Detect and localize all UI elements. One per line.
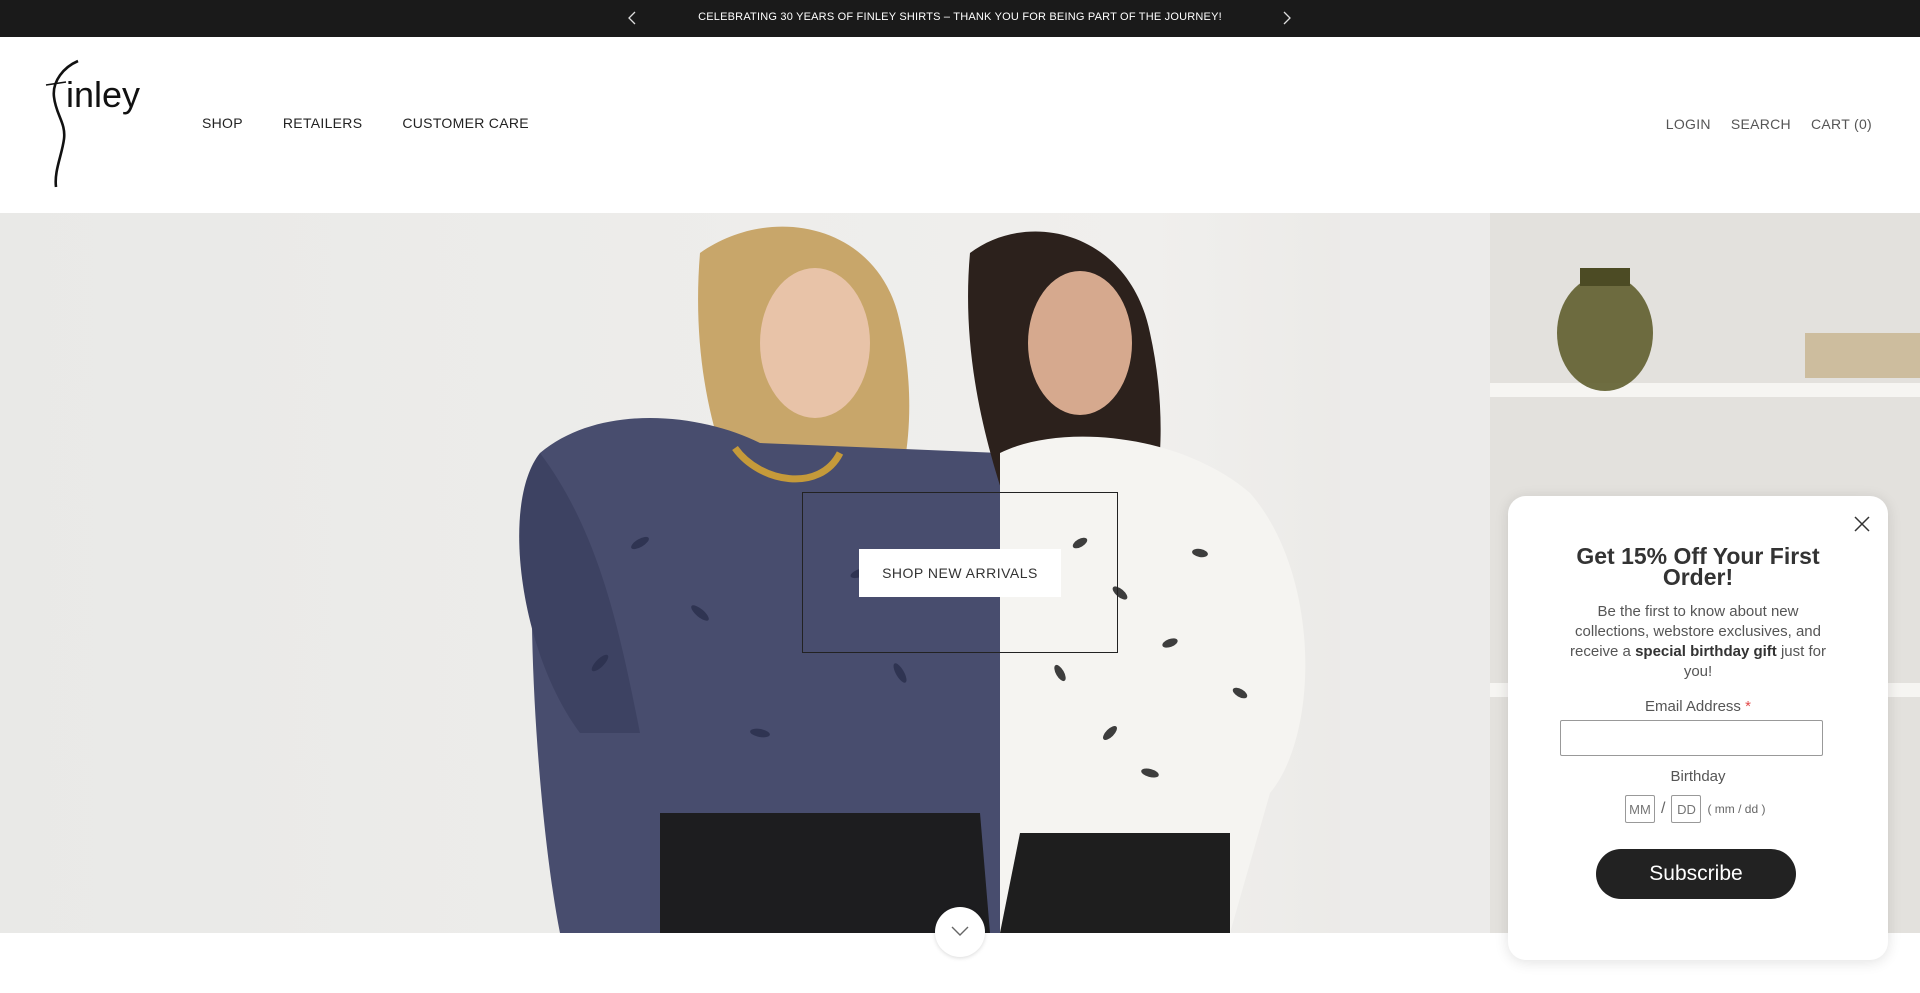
newsletter-popup: Get 15% Off Your First Order! Be the fir… — [1508, 496, 1888, 960]
search-link[interactable]: SEARCH — [1731, 116, 1791, 132]
nav-retailers[interactable]: RETAILERS — [283, 115, 362, 131]
utility-nav: LOGIN SEARCH CART (0) — [1666, 116, 1872, 132]
nav-shop[interactable]: SHOP — [202, 115, 243, 131]
subscribe-button[interactable]: Subscribe — [1596, 849, 1796, 899]
popup-description: Be the first to know about new collectio… — [1562, 602, 1834, 682]
birthday-label: Birthday — [1670, 768, 1726, 785]
cart-link[interactable]: CART (0) — [1811, 116, 1872, 132]
date-separator: / — [1661, 800, 1666, 817]
scroll-down-button[interactable] — [935, 907, 985, 957]
email-label: Email Address * — [1508, 698, 1888, 715]
chevron-down-icon — [951, 926, 969, 936]
close-icon[interactable] — [1852, 514, 1872, 534]
finley-logo[interactable]: inley — [44, 59, 144, 189]
svg-text:inley: inley — [66, 74, 140, 115]
birthday-month-field[interactable] — [1625, 795, 1655, 823]
email-label-text: Email Address — [1645, 698, 1741, 715]
birthday-day-field[interactable] — [1671, 795, 1702, 823]
site-header: inley SHOP RETAILERS CUSTOMER CARE LOGIN… — [0, 37, 1920, 213]
desc-bold: special birthday gift — [1635, 643, 1777, 660]
login-link[interactable]: LOGIN — [1666, 116, 1711, 132]
email-field[interactable] — [1560, 720, 1823, 756]
announcement-bar: CELEBRATING 30 YEARS OF FINLEY SHIRTS – … — [0, 0, 1920, 37]
popup-title: Get 15% Off Your First Order! — [1576, 543, 1820, 590]
announcement-text: CELEBRATING 30 YEARS OF FINLEY SHIRTS – … — [698, 11, 1222, 23]
birthday-row: / ( mm / dd ) — [1625, 795, 1765, 823]
nav-customer-care[interactable]: CUSTOMER CARE — [402, 115, 529, 131]
date-format-hint: ( mm / dd ) — [1707, 802, 1766, 816]
chevron-right-icon[interactable] — [1277, 9, 1295, 27]
shop-new-arrivals-button[interactable]: SHOP NEW ARRIVALS — [859, 549, 1061, 597]
main-nav: SHOP RETAILERS CUSTOMER CARE — [202, 115, 529, 131]
required-mark: * — [1745, 698, 1751, 715]
